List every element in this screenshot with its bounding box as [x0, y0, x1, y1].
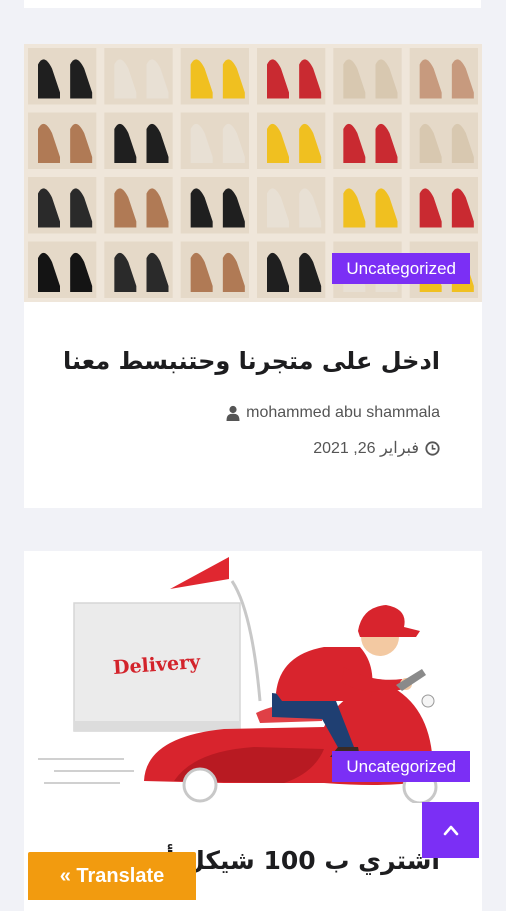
- post-card: Uncategorized ادخل على متجرنا وحتنبسط مع…: [24, 44, 482, 508]
- post-title[interactable]: ادخل على متجرنا وحتنبسط معنا: [63, 347, 440, 375]
- category-badge[interactable]: Uncategorized: [332, 253, 470, 284]
- date-text[interactable]: فبراير 26, 2021: [313, 438, 419, 458]
- author-name[interactable]: mohammed abu shammala: [246, 404, 440, 422]
- scroll-to-top-button[interactable]: [422, 802, 479, 858]
- chevron-up-icon: [443, 821, 459, 840]
- clock-icon: [425, 440, 440, 456]
- post-date: فبراير 26, 2021: [313, 438, 440, 458]
- category-badge[interactable]: Uncategorized: [332, 751, 470, 782]
- author-icon: [226, 405, 240, 421]
- post-author: mohammed abu shammala: [226, 404, 440, 422]
- translate-button[interactable]: « Translate: [28, 852, 196, 900]
- previous-card-edge: [24, 0, 481, 8]
